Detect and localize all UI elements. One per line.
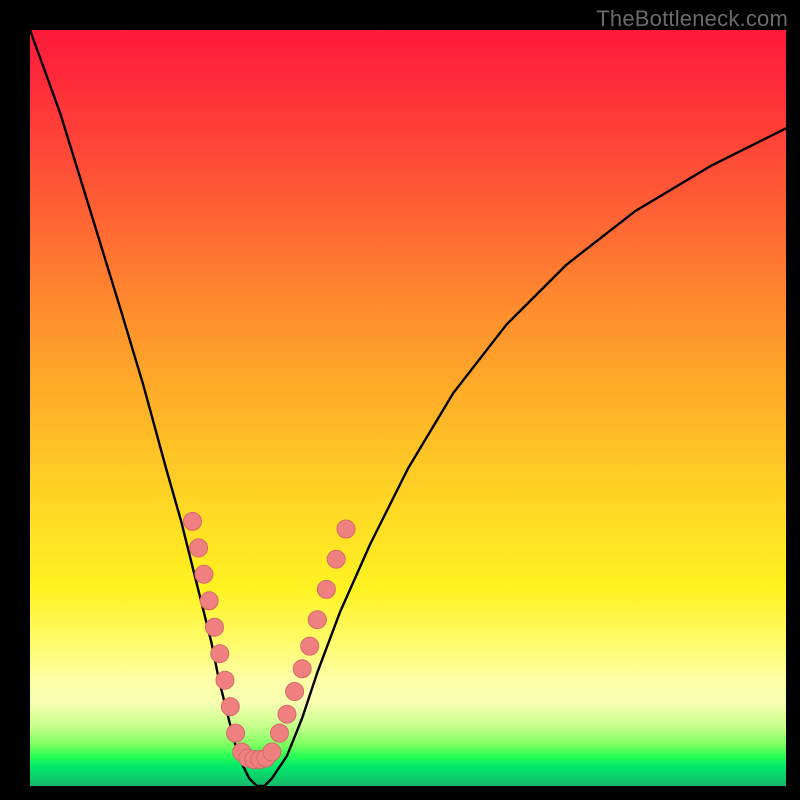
data-marker <box>221 698 239 716</box>
data-marker <box>337 520 355 538</box>
data-marker <box>327 550 345 568</box>
bottleneck-curve <box>30 30 786 786</box>
data-marker <box>317 580 335 598</box>
data-marker <box>200 592 218 610</box>
data-marker <box>278 705 296 723</box>
data-marker <box>190 539 208 557</box>
watermark-text: TheBottleneck.com <box>596 6 788 32</box>
data-marker <box>308 611 326 629</box>
data-marker <box>216 671 234 689</box>
data-marker <box>184 512 202 530</box>
chart-frame: TheBottleneck.com <box>0 0 800 800</box>
data-marker <box>263 743 281 761</box>
data-marker <box>286 683 304 701</box>
data-marker <box>227 724 245 742</box>
data-marker <box>301 637 319 655</box>
data-marker <box>211 645 229 663</box>
chart-svg <box>30 30 786 786</box>
data-marker <box>271 724 289 742</box>
data-marker <box>195 565 213 583</box>
data-marker <box>206 618 224 636</box>
data-marker <box>293 660 311 678</box>
curve-layer <box>30 30 786 786</box>
